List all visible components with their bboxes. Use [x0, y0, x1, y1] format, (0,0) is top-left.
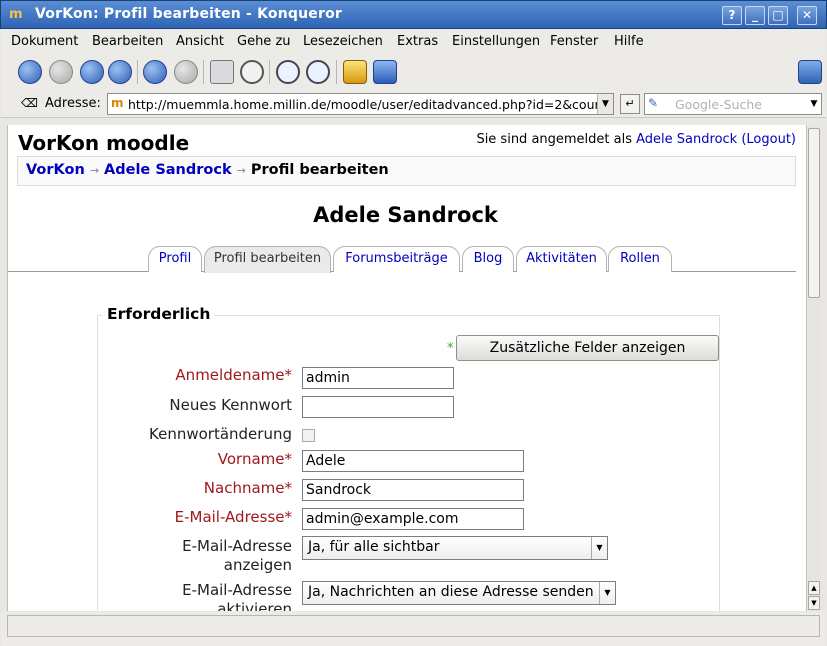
menu-lesezeichen[interactable]: Lesezeichen [303, 34, 383, 49]
minimize-window-button[interactable]: _ [745, 6, 765, 25]
new-password-label: Neues Kennwort [169, 396, 292, 414]
email-label: E-Mail-Adresse* [174, 508, 292, 526]
page-heading: Adele Sandrock [313, 203, 498, 227]
search-dropdown-icon[interactable]: ▼ [807, 94, 821, 114]
menu-gehe-zu[interactable]: Gehe zu [237, 34, 291, 49]
help-window-button[interactable]: ? [722, 6, 742, 25]
up-icon[interactable] [80, 60, 104, 84]
clear-location-icon[interactable]: ⌫ [21, 96, 38, 110]
search-input[interactable]: ✎ Google-Suche ▼ [644, 93, 822, 115]
username-field[interactable]: admin [302, 367, 454, 389]
address-label: Adresse: [45, 96, 101, 111]
breadcrumb: VorKon → Adele Sandrock → Profil bearbeiten [17, 156, 796, 186]
menu-fenster[interactable]: Fenster [550, 34, 598, 49]
menu-ansicht[interactable]: Ansicht [176, 34, 224, 49]
force-password-change-checkbox[interactable] [302, 429, 315, 442]
maildisplay-select[interactable]: Ja, für alle sichtbar ▼ [302, 536, 608, 560]
force-password-change-label: Kennwortänderung [149, 425, 292, 443]
print-icon[interactable] [210, 60, 234, 84]
scroll-up-icon[interactable]: ▲ [808, 581, 820, 595]
lastname-label: Nachname* [203, 479, 292, 497]
address-toolbar: ⌫ Adresse: m http://muemmla.home.millin.… [1, 90, 826, 118]
print-preview-icon[interactable] [240, 60, 264, 84]
download-icon[interactable] [373, 60, 397, 84]
konqueror-app-icon: m [9, 7, 23, 22]
zoom-in-icon[interactable] [276, 60, 300, 84]
reload-icon[interactable] [143, 60, 167, 84]
login-user-link[interactable]: Adele Sandrock [636, 132, 737, 147]
lastname-field[interactable]: Sandrock [302, 479, 524, 501]
emailstop-select[interactable]: Ja, Nachrichten an diese Adresse senden … [302, 581, 616, 605]
search-placeholder: Google-Suche [675, 97, 762, 112]
stop-icon[interactable] [174, 60, 198, 84]
toolbar [1, 54, 826, 90]
menu-bearbeiten[interactable]: Bearbeiten [92, 34, 163, 49]
breadcrumb-user-link[interactable]: Adele Sandrock [104, 162, 232, 178]
chevron-down-icon: ▼ [591, 537, 607, 559]
chevron-down-icon: ▼ [599, 582, 615, 604]
menubar: Dokument Bearbeiten Ansicht Gehe zu Lese… [1, 29, 826, 54]
login-info: Sie sind angemeldet als Adele Sandrock (… [476, 132, 796, 147]
kde-logo-icon [798, 60, 822, 84]
fieldset-legend: Erforderlich [103, 305, 215, 323]
page-scrollbar[interactable]: ▲ ▼ [806, 125, 821, 611]
tab-forumsbeitraege[interactable]: Forumsbeiträge [333, 246, 460, 272]
site-title: VorKon moodle [18, 131, 190, 155]
tab-aktivitaeten[interactable]: Aktivitäten [516, 246, 607, 272]
site-favicon-icon: m [111, 96, 124, 110]
maildisplay-label: E-Mail-Adresse anzeigen [182, 537, 292, 574]
close-window-button[interactable]: ✕ [797, 6, 817, 25]
email-field[interactable]: admin@example.com [302, 508, 524, 530]
status-text-field [7, 615, 820, 637]
tab-profil-bearbeiten[interactable]: Profil bearbeiten [204, 246, 331, 273]
scroll-down-icon[interactable]: ▼ [808, 596, 820, 610]
emailstop-label: E-Mail-Adresse aktivieren [182, 581, 292, 611]
page-viewport: VorKon moodle Sie sind angemeldet als Ad… [7, 125, 806, 611]
menu-extras[interactable]: Extras [397, 34, 438, 49]
security-lock-icon[interactable] [343, 60, 367, 84]
logout-link[interactable]: (Logout) [741, 132, 796, 147]
maildisplay-value: Ja, für alle sichtbar [308, 539, 440, 555]
address-input[interactable]: m http://muemmla.home.millin.de/moodle/u… [107, 93, 614, 115]
go-button[interactable]: ↵ [620, 94, 640, 114]
forward-icon[interactable] [49, 60, 73, 84]
menu-dokument[interactable]: Dokument [11, 34, 78, 49]
tab-rollen[interactable]: Rollen [608, 246, 672, 272]
emailstop-value: Ja, Nachrichten an diese Adresse senden [308, 584, 594, 600]
search-engine-icon[interactable]: ✎ [648, 96, 658, 110]
breadcrumb-current: Profil bearbeiten [250, 162, 389, 178]
back-icon[interactable] [18, 60, 42, 84]
show-additional-fields-button[interactable]: Zusätzliche Felder anzeigen [456, 335, 719, 361]
address-history-dropdown-icon[interactable]: ▼ [597, 94, 613, 114]
window-titlebar: m VorKon: Profil bearbeiten - Konqueror … [0, 0, 827, 29]
tab-profil[interactable]: Profil [148, 246, 202, 272]
scrollbar-thumb[interactable] [808, 128, 820, 298]
firstname-label: Vorname* [217, 450, 292, 468]
menu-einstellungen[interactable]: Einstellungen [452, 34, 540, 49]
zoom-out-icon[interactable] [306, 60, 330, 84]
breadcrumb-home-link[interactable]: VorKon [26, 162, 85, 178]
profile-tabs: Profil Profil bearbeiten Forumsbeiträge … [8, 246, 803, 273]
statusbar [1, 612, 826, 646]
window-title: VorKon: Profil bearbeiten - Konqueror [35, 6, 342, 22]
new-password-field[interactable] [302, 396, 454, 418]
required-star: * [447, 341, 454, 356]
tab-blog[interactable]: Blog [462, 246, 514, 272]
maximize-window-button[interactable]: □ [768, 6, 788, 25]
address-url[interactable]: http://muemmla.home.millin.de/moodle/use… [128, 97, 598, 112]
firstname-field[interactable]: Adele [302, 450, 524, 472]
username-label: Anmeldename* [175, 366, 292, 384]
menu-hilfe[interactable]: Hilfe [614, 34, 644, 49]
home-icon[interactable] [108, 60, 132, 84]
login-prefix: Sie sind angemeldet als [476, 132, 637, 147]
